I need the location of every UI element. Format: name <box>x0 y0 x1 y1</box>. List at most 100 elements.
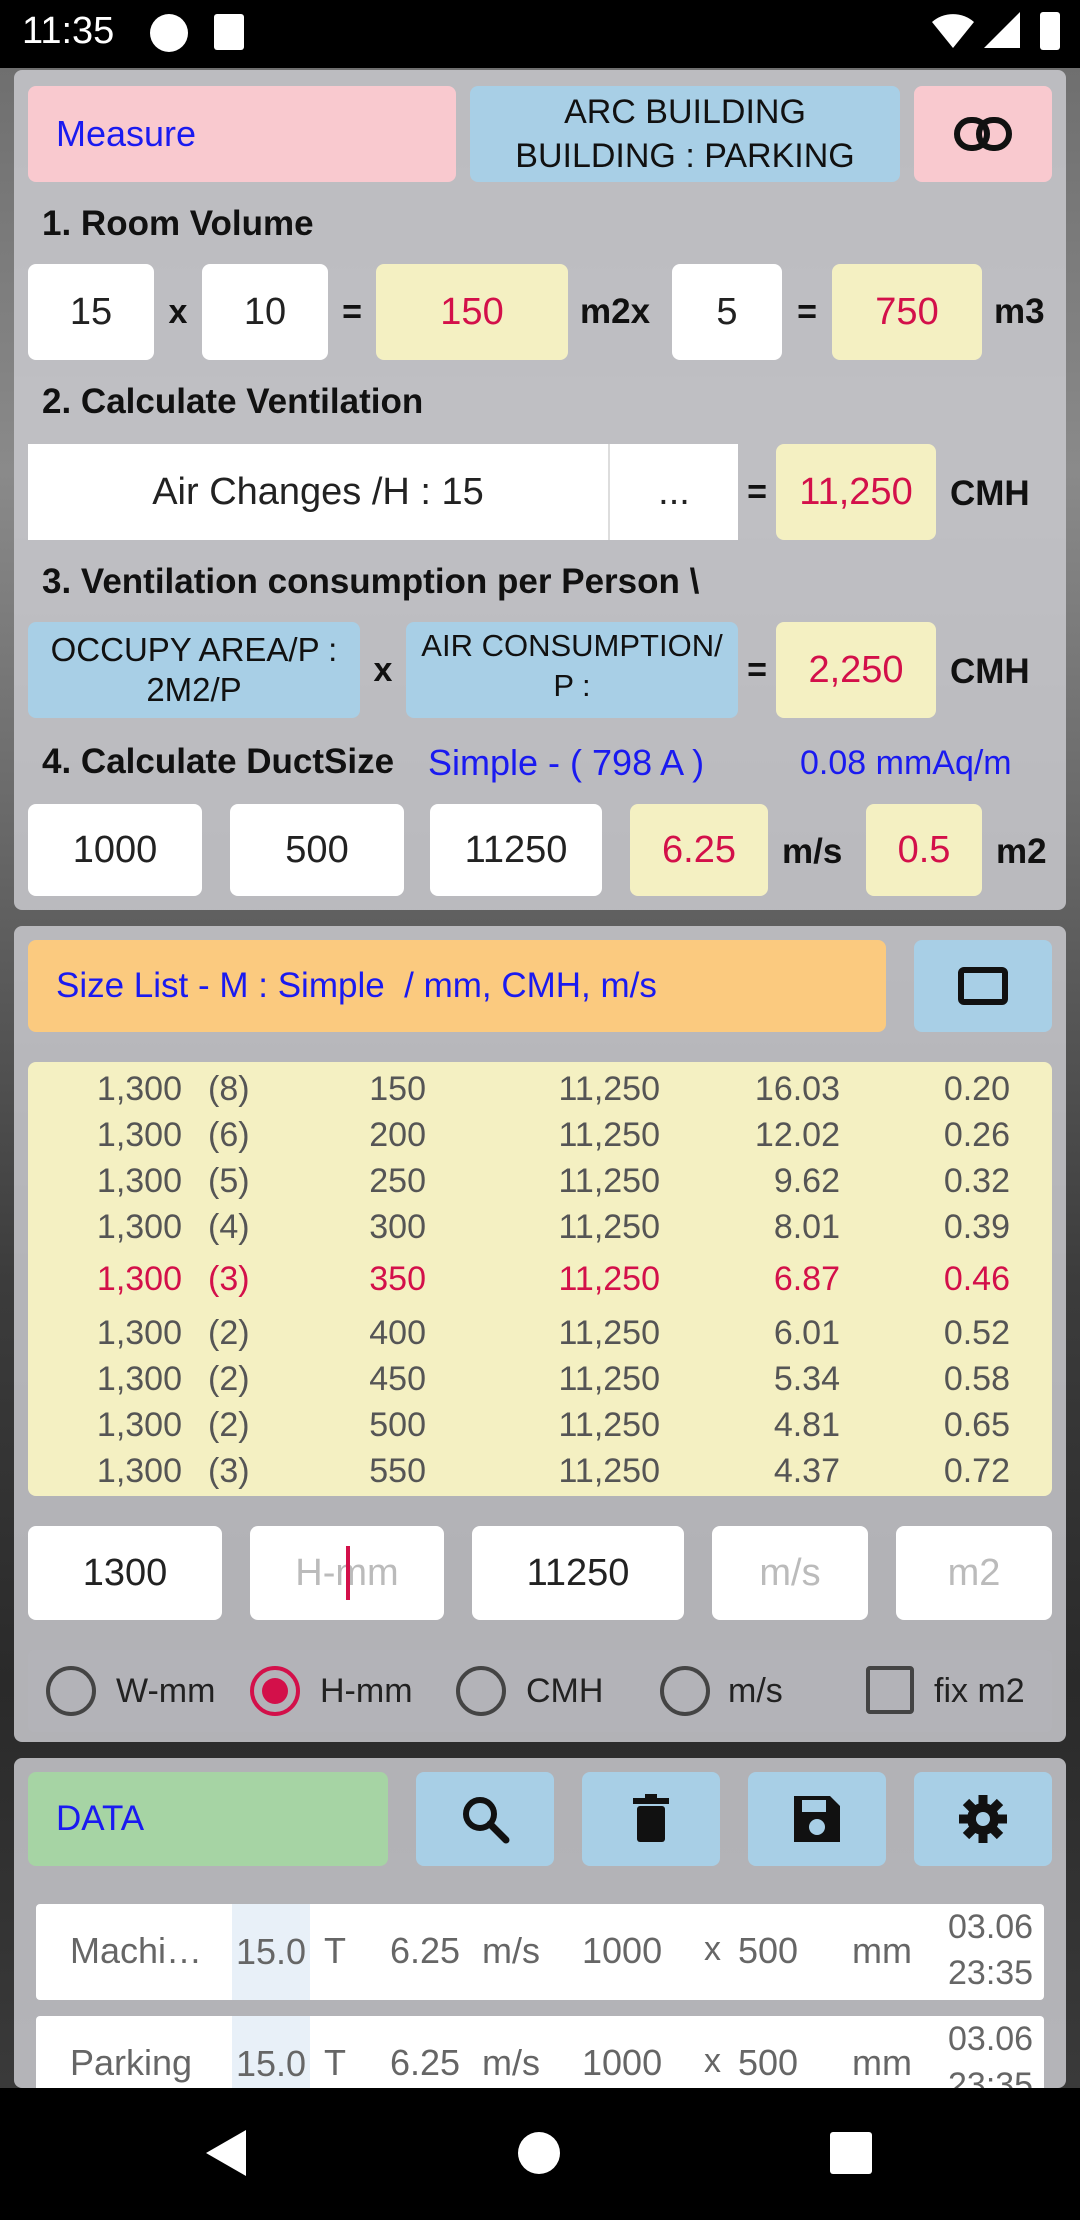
size-list-cell-h: 300 <box>369 1208 426 1246</box>
size-list-cell-w: 1,300 <box>96 1116 182 1154</box>
size-list-cell-a: 0.26 <box>943 1116 1010 1154</box>
size-list-cell-a: 0.58 <box>943 1360 1010 1398</box>
search-button[interactable] <box>416 1772 554 1866</box>
ventilation-result: 11,250 <box>776 444 936 540</box>
duct-size-title: 4. Calculate DuctSize <box>42 742 395 781</box>
data-label: DATA <box>56 1799 145 1838</box>
duct-area-result: 0.5 <box>866 804 982 896</box>
duct-mode-link[interactable]: Simple - ( 798 A ) <box>428 742 704 784</box>
room-area-result: 150 <box>376 264 568 360</box>
size-list-cell-h: 400 <box>369 1314 426 1352</box>
duct-height-input[interactable]: 500 <box>230 804 404 896</box>
size-list-cell-cmh: 11,250 <box>558 1116 660 1154</box>
size-list-cell-v: 8.01 <box>773 1208 840 1246</box>
occupy-area-button[interactable]: OCCUPY AREA/P : 2M2/P <box>28 622 360 718</box>
air-changes-field[interactable]: Air Changes /H : 15 <box>28 444 608 540</box>
radio-velocity[interactable] <box>660 1666 710 1716</box>
duct-velocity-result: 6.25 <box>630 804 768 896</box>
radio-w-mm-label: W-mm <box>116 1672 216 1710</box>
duct-width-input[interactable]: 1000 <box>28 804 202 896</box>
data-button[interactable]: DATA <box>28 1772 388 1866</box>
radio-cmh[interactable] <box>456 1666 506 1716</box>
friction-link[interactable]: 0.08 mmAq/m <box>800 744 1012 783</box>
delete-button[interactable] <box>582 1772 720 1866</box>
room-width-input[interactable]: 15 <box>28 264 154 360</box>
ventilation-title: 2. Calculate Ventilation <box>42 382 424 421</box>
filter-width-input[interactable]: 1300 <box>28 1526 222 1620</box>
project-button[interactable]: ARC BUILDING BUILDING : PARKING <box>470 86 900 182</box>
home-button[interactable] <box>518 2132 560 2174</box>
recents-button[interactable] <box>830 2132 872 2174</box>
wifi-icon <box>930 10 976 55</box>
air-consumption-button[interactable]: AIR CONSUMPTION/ P : <box>406 622 738 718</box>
record-u: mm <box>852 2042 912 2083</box>
record-name: Machi… <box>70 1930 203 1971</box>
data-record[interactable]: Parking 15.0 T 6.25 m/s 1000 x 500 mm 03.06 23:35 <box>36 2016 1044 2088</box>
size-list-cell-cmh: 11,250 <box>558 1314 660 1352</box>
air-changes-more-button[interactable]: ... <box>610 444 738 540</box>
signal-icon <box>984 12 1020 53</box>
status-bar: 11:35 <box>0 0 1080 68</box>
back-button[interactable] <box>204 2128 248 2183</box>
radio-h-mm[interactable] <box>250 1666 300 1716</box>
size-list-cell-a: 0.39 <box>943 1208 1010 1246</box>
record-time: 23:35 <box>948 1954 1034 1992</box>
size-list-cell-v: 6.87 <box>773 1260 840 1298</box>
battery-icon <box>1040 12 1060 50</box>
size-list-cell-v: 4.81 <box>773 1406 840 1444</box>
filter-velocity-input[interactable]: m/s <box>712 1526 868 1620</box>
gear-icon <box>956 1792 1010 1846</box>
settings-button[interactable] <box>914 1772 1052 1866</box>
record-time: 23:35 <box>948 2066 1034 2088</box>
size-list-cell-w: 1,300 <box>96 1070 182 1108</box>
duct-cmh-input[interactable]: 11250 <box>430 804 602 896</box>
record-v: 6.25 <box>390 2042 461 2083</box>
record-tons: 15.0 <box>232 2016 311 2088</box>
occupy-line2: 2M2/P <box>146 671 242 708</box>
save-button[interactable] <box>748 1772 886 1866</box>
filter-area-input[interactable]: m2 <box>896 1526 1052 1620</box>
size-list-cell-n: (4) <box>208 1208 250 1246</box>
record-name: Parking <box>70 2042 193 2083</box>
record-date: 03.06 <box>948 1908 1034 1946</box>
size-list-cell-cmh: 11,250 <box>558 1406 660 1444</box>
record-x: x <box>704 1930 721 1968</box>
size-list-cell-w: 1,300 <box>96 1208 182 1246</box>
fullscreen-button[interactable] <box>914 940 1052 1032</box>
record-vu: m/s <box>482 2042 540 2083</box>
volume-unit-label: m3 <box>994 292 1045 331</box>
size-list-cell-w: 1,300 <box>96 1314 182 1352</box>
data-record[interactable]: Machi… 15.0 T 6.25 m/s 1000 x 500 mm 03.06 23:35 <box>36 1904 1044 2000</box>
size-list-cell-h: 550 <box>369 1452 426 1490</box>
equals-sign-2: = <box>797 292 817 331</box>
record-h: 500 <box>738 2042 799 2083</box>
fix-m2-label: fix m2 <box>934 1672 1025 1710</box>
measure-label: Measure <box>56 113 197 154</box>
radio-w-mm[interactable] <box>46 1666 96 1716</box>
text-cursor <box>346 1546 350 1600</box>
size-list-cell-a: 0.46 <box>943 1260 1010 1298</box>
size-list-cell-n: (3) <box>208 1452 250 1490</box>
save-icon <box>792 1794 842 1844</box>
size-list-cell-n: (2) <box>208 1360 250 1398</box>
fix-m2-checkbox[interactable] <box>866 1666 914 1714</box>
room-length-input[interactable]: 10 <box>202 264 328 360</box>
link-button[interactable] <box>914 86 1052 182</box>
size-list-cell-a: 0.52 <box>943 1314 1010 1352</box>
cmh-unit-label: CMH <box>950 474 1030 513</box>
room-height-input[interactable]: 5 <box>672 264 782 360</box>
size-list-header-button[interactable]: Size List - M : Simple / mm, CMH, m/s <box>28 940 886 1032</box>
air-line2: P : <box>553 668 591 703</box>
status-time: 11:35 <box>22 10 115 52</box>
size-list-cell-a: 0.20 <box>943 1070 1010 1108</box>
measure-button[interactable]: Measure <box>28 86 456 182</box>
size-list-cell-v: 9.62 <box>773 1162 840 1200</box>
area-unit-label-2: m2 <box>996 832 1047 871</box>
size-list-cell-cmh: 11,250 <box>558 1360 660 1398</box>
size-list-cell-n: (2) <box>208 1406 250 1444</box>
radio-h-mm-label: H-mm <box>320 1672 413 1710</box>
area-unit-label: m2x <box>580 292 651 331</box>
size-list-cell-cmh: 11,250 <box>558 1260 660 1298</box>
size-list-cell-h: 150 <box>369 1070 426 1108</box>
filter-cmh-input[interactable]: 11250 <box>472 1526 684 1620</box>
